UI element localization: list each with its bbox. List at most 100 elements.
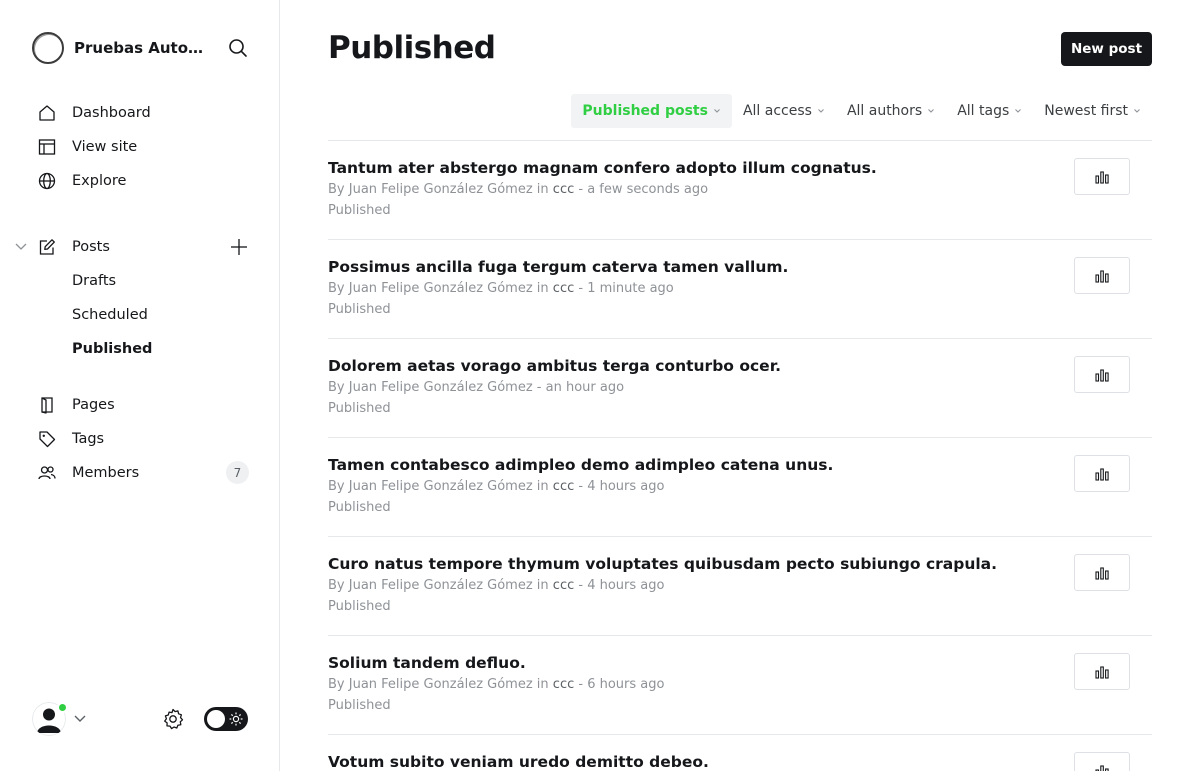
post-tag: ccc (552, 479, 575, 494)
sidebar-item-drafts[interactable]: Drafts (72, 269, 116, 293)
filter-bar: Published posts All access All authors A… (571, 94, 1152, 128)
post-time: - a few seconds ago (574, 182, 709, 197)
post-row[interactable]: Tamen contabesco adimpleo demo adimpleo … (328, 438, 1152, 537)
post-row[interactable]: Votum subito veniam uredo demitto debeo. (328, 735, 1152, 771)
post-title[interactable]: Tantum ater abstergo magnam confero adop… (328, 159, 877, 177)
post-status: Published (328, 203, 391, 218)
filter-type[interactable]: Published posts (571, 94, 732, 128)
bar-chart-icon (1095, 269, 1109, 283)
analytics-button[interactable] (1074, 158, 1130, 195)
post-row[interactable]: Tantum ater abstergo magnam confero adop… (328, 141, 1152, 240)
post-time: - 6 hours ago (574, 677, 665, 692)
post-author: By Juan Felipe González Gómez (328, 578, 533, 593)
sidebar-item-scheduled[interactable]: Scheduled (72, 303, 148, 327)
bar-chart-icon (1095, 764, 1109, 771)
chevron-down-icon (1134, 109, 1140, 113)
post-title[interactable]: Solium tandem defluo. (328, 654, 526, 672)
sidebar-item-label: Members (72, 465, 140, 481)
sidebar-item-label: Dashboard (72, 105, 151, 121)
filter-label: All authors (846, 103, 923, 119)
post-author: By Juan Felipe González Gómez (328, 182, 533, 197)
post-title[interactable]: Possimus ancilla fuga tergum caterva tam… (328, 258, 788, 276)
chevron-down-icon (714, 109, 720, 113)
sidebar-item-tags[interactable]: Tags (32, 424, 252, 454)
chevron-down-icon[interactable] (14, 240, 28, 254)
post-author: By Juan Felipe González Gómez (328, 479, 533, 494)
sidebar-item-dashboard[interactable]: Dashboard (32, 98, 252, 128)
sidebar-item-label: Posts (72, 239, 110, 255)
search-icon[interactable] (226, 36, 250, 60)
post-time: - an hour ago (532, 380, 625, 395)
analytics-button[interactable] (1074, 554, 1130, 591)
post-meta: By Juan Felipe González Gómez in ccc - a… (328, 182, 708, 197)
bar-chart-icon (1095, 368, 1109, 382)
analytics-button[interactable] (1074, 752, 1130, 771)
sidebar-item-label: View site (72, 139, 138, 155)
globe-icon (37, 171, 57, 191)
theme-toggle[interactable] (204, 707, 248, 731)
edit-icon (37, 237, 57, 257)
sidebar-item-members[interactable]: Members (32, 458, 252, 488)
sidebar-item-posts[interactable]: Posts (32, 232, 252, 262)
post-status: Published (328, 599, 391, 614)
filter-label: Newest first (1044, 103, 1128, 119)
sidebar-item-pages[interactable]: Pages (32, 390, 252, 420)
analytics-button[interactable] (1074, 455, 1130, 492)
post-title[interactable]: Tamen contabesco adimpleo demo adimpleo … (328, 456, 833, 474)
post-author: By Juan Felipe González Gómez (328, 281, 533, 296)
post-tag: ccc (552, 677, 575, 692)
tag-icon (37, 429, 57, 449)
post-row[interactable]: Curo natus tempore thymum voluptates qui… (328, 537, 1152, 636)
sidebar-item-explore[interactable]: Explore (32, 166, 252, 196)
post-row[interactable]: Possimus ancilla fuga tergum caterva tam… (328, 240, 1152, 339)
sidebar-item-published[interactable]: Published (72, 337, 152, 361)
home-icon (37, 103, 57, 123)
toggle-knob (207, 710, 225, 728)
filter-label: All tags (957, 103, 1010, 119)
page-icon (37, 395, 57, 415)
post-meta: By Juan Felipe González Gómez in ccc - 4… (328, 479, 664, 494)
bar-chart-icon (1095, 566, 1109, 580)
post-time: - 4 hours ago (574, 479, 665, 494)
site-header: Pruebas Automa... (32, 32, 250, 64)
sidebar-item-label: Explore (72, 173, 127, 189)
post-title[interactable]: Votum subito veniam uredo demitto debeo. (328, 753, 709, 771)
analytics-button[interactable] (1074, 356, 1130, 393)
post-row[interactable]: Solium tandem defluo. By Juan Felipe Gon… (328, 636, 1152, 735)
site-title[interactable]: Pruebas Automa... (74, 39, 210, 57)
post-status: Published (328, 401, 391, 416)
filter-tags[interactable]: All tags (946, 94, 1033, 128)
gear-icon[interactable] (161, 707, 185, 731)
online-status-indicator (57, 702, 68, 713)
bar-chart-icon (1095, 467, 1109, 481)
new-post-button[interactable]: New post (1061, 32, 1152, 66)
add-post-icon[interactable] (228, 236, 250, 258)
post-meta: By Juan Felipe González Gómez in ccc - 4… (328, 578, 664, 593)
post-in: in (532, 578, 553, 593)
post-title[interactable]: Curo natus tempore thymum voluptates qui… (328, 555, 997, 573)
post-row[interactable]: Dolorem aetas vorago ambitus terga contu… (328, 339, 1152, 438)
filter-sort[interactable]: Newest first (1033, 94, 1152, 128)
site-logo[interactable] (32, 32, 64, 64)
filter-access[interactable]: All access (732, 94, 836, 128)
filter-authors[interactable]: All authors (836, 94, 946, 128)
members-count-badge: 7 (226, 461, 249, 484)
chevron-down-icon[interactable] (72, 711, 88, 727)
post-time: - 4 hours ago (574, 578, 665, 593)
chevron-down-icon (818, 109, 824, 113)
post-tag: ccc (552, 182, 575, 197)
post-tag: ccc (552, 578, 575, 593)
page-title: Published (328, 30, 496, 66)
chevron-down-icon (1015, 109, 1022, 113)
post-in: in (532, 677, 553, 692)
members-icon (37, 463, 57, 483)
analytics-button[interactable] (1074, 653, 1130, 690)
sidebar-item-label: Tags (72, 431, 105, 447)
sidebar-item-view-site[interactable]: View site (32, 132, 252, 162)
layout-icon (37, 137, 57, 157)
post-title[interactable]: Dolorem aetas vorago ambitus terga contu… (328, 357, 781, 375)
filter-label: Published posts (582, 103, 708, 119)
analytics-button[interactable] (1074, 257, 1130, 294)
sun-icon (229, 712, 243, 726)
post-in: in (532, 281, 553, 296)
